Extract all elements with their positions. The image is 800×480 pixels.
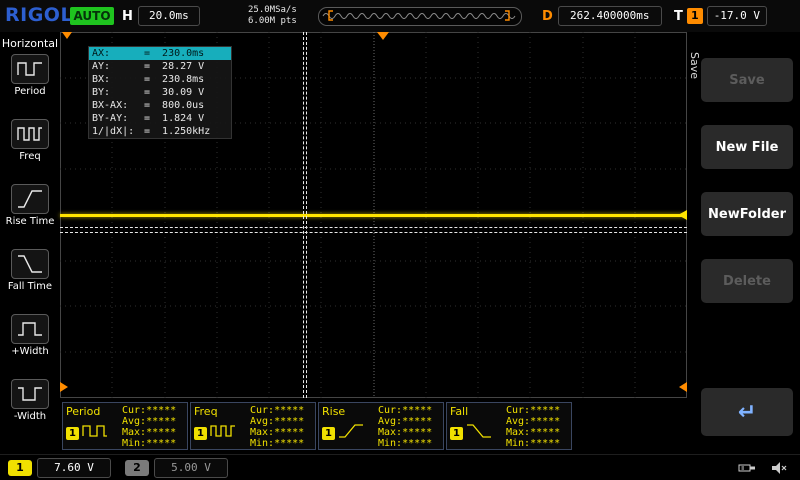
menu-item-fall-time[interactable]: Fall Time <box>0 249 60 292</box>
speaker-mute-icon[interactable] <box>771 461 788 475</box>
h-label: H <box>122 9 133 24</box>
fall-meas-icon <box>466 423 492 443</box>
ch1-badge[interactable]: 1 <box>8 460 32 476</box>
period-meas-icon <box>82 423 108 443</box>
ch2-badge[interactable]: 2 <box>125 460 149 476</box>
top-bar: RIGOL AUTO H 20.0ms 25.0MSa/s 6.00M pts … <box>0 0 800 32</box>
cursor-row-ax: AX: = 230.0ms <box>89 47 231 60</box>
right-menu-tab: Save <box>688 52 701 79</box>
sample-rate-value: 25.0MSa/s <box>248 5 297 16</box>
bottom-status-bar: 1 7.60 V 2 5.00 V <box>0 454 800 480</box>
trigger-group: T 1 -17.0 V <box>674 6 767 26</box>
left-menu-title: Horizontal <box>0 37 60 50</box>
menu-item-label: Freq <box>0 151 60 162</box>
rise-meas-icon <box>338 423 364 443</box>
ch2-scale-value[interactable]: 5.00 V <box>154 458 228 478</box>
cursor-ax-line[interactable] <box>303 32 304 398</box>
cursor-row-freq: 1/|dX|: = 1.250kHz <box>89 125 231 138</box>
oscilloscope-screen: RIGOL AUTO H 20.0ms 25.0MSa/s 6.00M pts … <box>0 0 800 480</box>
offscreen-marker-left <box>60 382 68 392</box>
graticule: AX: = 230.0ms AY: = 28.27 V BX: = 230.8m… <box>60 32 687 398</box>
channel-badge: 1 <box>66 427 79 440</box>
trigger-level-value[interactable]: -17.0 V <box>707 6 767 26</box>
trigger-position-marker[interactable] <box>377 32 389 40</box>
fall-time-icon <box>11 249 49 279</box>
timebase-value[interactable]: 20.0ms <box>138 6 200 26</box>
waveform-preview-strip[interactable] <box>318 7 522 26</box>
left-menu: Horizontal Period Freq Rise Time Fall Ti… <box>0 32 60 452</box>
measurement-row: Period 1 Cur:***** Avg:***** Max:***** M… <box>62 402 572 450</box>
menu-item-label: -Width <box>0 411 60 422</box>
menu-item-pos-width[interactable]: +Width <box>0 314 60 357</box>
trigger-level-marker[interactable] <box>679 382 687 392</box>
cursor-row-ay: AY: = 28.27 V <box>89 60 231 73</box>
channel-badge: 1 <box>450 427 463 440</box>
menu-item-period[interactable]: Period <box>0 54 60 97</box>
delete-button[interactable]: Delete <box>701 259 793 303</box>
menu-item-freq[interactable]: Freq <box>0 119 60 162</box>
menu-item-neg-width[interactable]: -Width <box>0 379 60 422</box>
cursor-bx-line[interactable] <box>306 32 307 398</box>
right-menu: Save Save New File NewFolder Delete ↵ <box>687 32 800 452</box>
delay-label: D <box>542 9 553 24</box>
pos-width-icon <box>11 314 49 344</box>
channel-badge: 1 <box>322 427 335 440</box>
usb-icon <box>737 461 759 475</box>
delay-reference-marker <box>62 32 72 39</box>
measurement-freq[interactable]: Freq 1 Cur:***** Avg:***** Max:***** Min… <box>190 402 316 450</box>
menu-item-label: +Width <box>0 346 60 357</box>
ch1-level-marker[interactable] <box>678 210 687 220</box>
freq-icon <box>11 119 49 149</box>
rise-time-icon <box>11 184 49 214</box>
acquisition-status-badge: AUTO <box>70 7 114 25</box>
cursor-row-bxax: BX-AX: = 800.0us <box>89 99 231 112</box>
cursor-readout: AX: = 230.0ms AY: = 28.27 V BX: = 230.8m… <box>88 46 232 139</box>
ch1-scale-value[interactable]: 7.60 V <box>37 458 111 478</box>
freq-meas-icon <box>210 423 236 443</box>
enter-arrow-icon: ↵ <box>738 400 756 425</box>
preview-waveform-icon <box>319 8 519 23</box>
cursor-row-by: BY: = 30.09 V <box>89 86 231 99</box>
new-folder-button[interactable]: NewFolder <box>701 192 793 236</box>
window-right-bracket <box>505 11 509 20</box>
cursor-by-line[interactable] <box>60 232 687 233</box>
menu-item-rise-time[interactable]: Rise Time <box>0 184 60 227</box>
delay-group: D 262.400000ms <box>542 6 662 26</box>
measurement-period[interactable]: Period 1 Cur:***** Avg:***** Max:***** M… <box>62 402 188 450</box>
memory-depth-value: 6.00M pts <box>248 16 297 27</box>
measurement-fall[interactable]: Fall 1 Cur:***** Avg:***** Max:***** Min… <box>446 402 572 450</box>
cursor-row-bx: BX: = 230.8ms <box>89 73 231 86</box>
back-enter-button[interactable]: ↵ <box>701 388 793 436</box>
cursor-row-byay: BY-AY: = 1.824 V <box>89 112 231 125</box>
new-file-button[interactable]: New File <box>701 125 793 169</box>
cursor-ay-line[interactable] <box>60 227 687 228</box>
rigol-logo: RIGOL <box>5 4 73 26</box>
menu-item-label: Period <box>0 86 60 97</box>
channel-badge: 1 <box>194 427 207 440</box>
menu-item-label: Fall Time <box>0 281 60 292</box>
trigger-label: T <box>674 9 683 24</box>
save-button[interactable]: Save <box>701 58 793 102</box>
menu-item-label: Rise Time <box>0 216 60 227</box>
sample-rate-readout: 25.0MSa/s 6.00M pts <box>248 5 297 27</box>
measurement-rise[interactable]: Rise 1 Cur:***** Avg:***** Max:***** Min… <box>318 402 444 450</box>
horizontal-scale-group: H 20.0ms <box>122 6 200 26</box>
neg-width-icon <box>11 379 49 409</box>
period-icon <box>11 54 49 84</box>
delay-value[interactable]: 262.400000ms <box>558 6 662 26</box>
ch1-trace <box>60 214 687 217</box>
trigger-source-badge[interactable]: 1 <box>687 8 703 24</box>
